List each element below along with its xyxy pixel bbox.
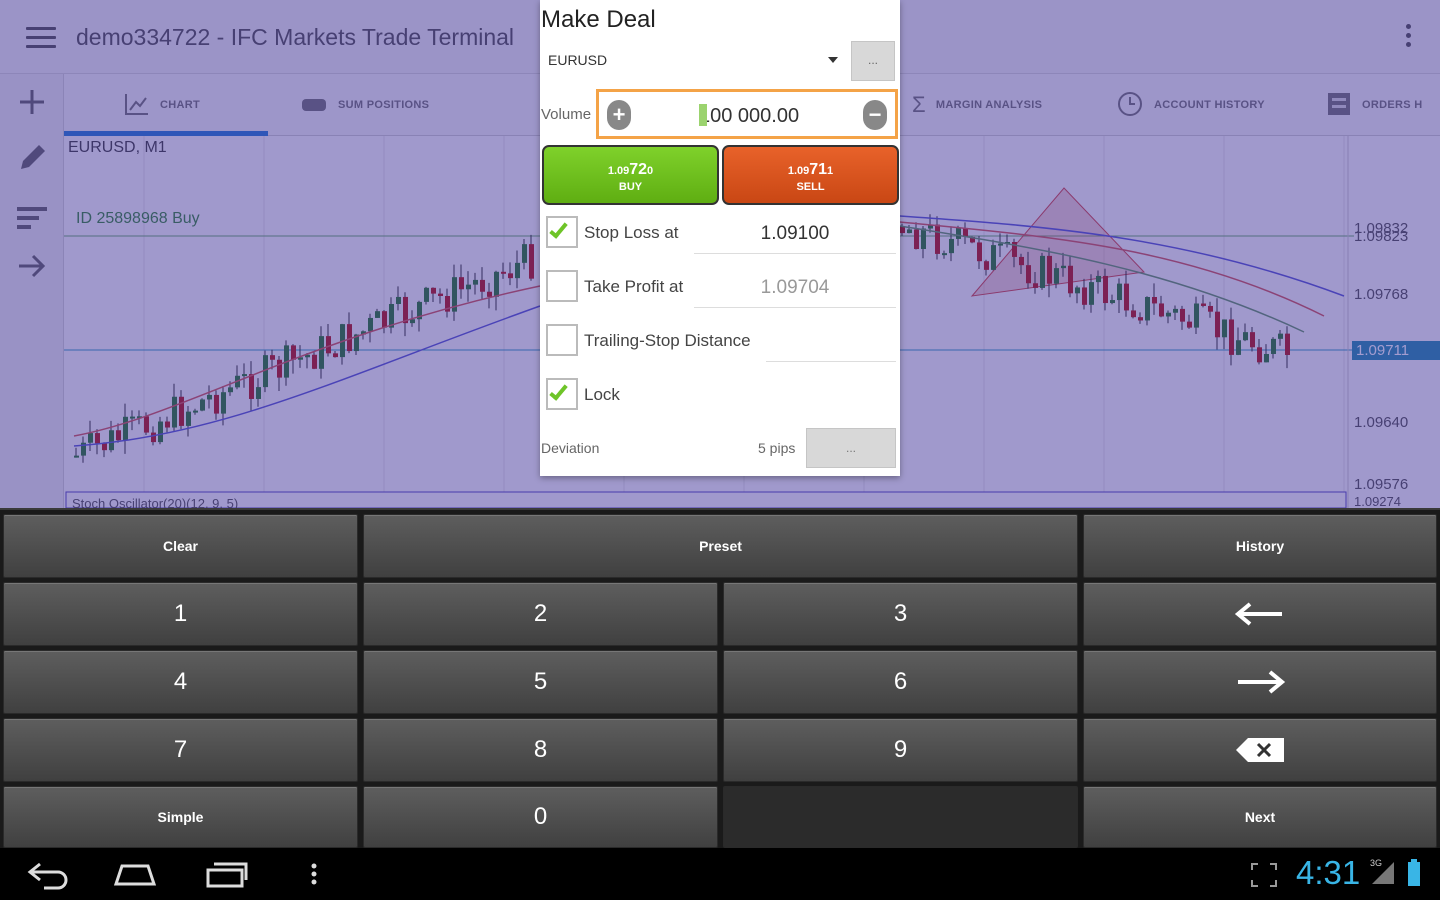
trailing-stop-label: Trailing-Stop Distance	[584, 331, 751, 350]
key-9[interactable]: 9	[723, 718, 1078, 782]
signal-icon: 3G	[1370, 858, 1400, 886]
key-next[interactable]: Next	[1083, 786, 1437, 848]
key-7[interactable]: 7	[3, 718, 358, 782]
make-deal-dialog: Make Deal EURUSD ... Volume + 100 000.00…	[540, 0, 900, 476]
key-3[interactable]: 3	[723, 582, 1078, 646]
key-cursor-left[interactable]	[1083, 582, 1437, 646]
volume-digits: 00 000.00	[710, 105, 800, 127]
take-profit-row: Take Profit at 1.09704	[546, 268, 896, 308]
buy-price: 1.09720	[607, 161, 654, 178]
right-arrow-icon	[1238, 670, 1286, 694]
sell-button[interactable]: 1.09711 SELL	[722, 145, 899, 205]
key-empty	[723, 786, 1078, 848]
symbol-browse-button[interactable]: ...	[851, 41, 895, 81]
key-2[interactable]: 2	[363, 582, 718, 646]
key-4[interactable]: 4	[3, 650, 358, 714]
key-cursor-right[interactable]	[1083, 650, 1437, 714]
increase-volume-button[interactable]: +	[607, 100, 631, 130]
dropdown-caret-icon[interactable]	[828, 57, 838, 63]
volume-value[interactable]: 100 000.00	[699, 104, 799, 128]
stop-loss-row: Stop Loss at 1.09100	[546, 214, 896, 254]
deviation-label: Deviation	[541, 440, 600, 456]
key-simple[interactable]: Simple	[3, 786, 358, 848]
fullscreen-icon[interactable]	[1250, 862, 1278, 894]
lock-checkbox[interactable]	[546, 378, 578, 410]
numeric-keyboard: Clear Preset History 1 2 3 4 5 6 7 8 9 S…	[0, 508, 1440, 848]
deviation-value: 5 pips	[758, 440, 796, 456]
take-profit-input[interactable]: 1.09704	[694, 268, 896, 308]
symbol-select[interactable]: EURUSD	[548, 52, 607, 68]
battery-icon	[1406, 858, 1422, 888]
volume-label: Volume	[541, 106, 592, 123]
sell-label: SELL	[796, 181, 825, 193]
trailing-stop-checkbox[interactable]	[546, 324, 578, 356]
system-nav-bar: 4:31 3G	[0, 848, 1440, 900]
sell-price: 1.09711	[787, 161, 834, 178]
trailing-stop-row: Trailing-Stop Distance	[546, 322, 896, 362]
stop-loss-label: Stop Loss at	[584, 223, 679, 242]
status-clock: 4:31	[1296, 854, 1361, 891]
home-icon[interactable]	[112, 858, 158, 890]
key-6[interactable]: 6	[723, 650, 1078, 714]
signal-label: 3G	[1370, 858, 1383, 868]
app-root: demo334722 - IFC Markets Trade Terminal …	[0, 0, 1440, 900]
stop-loss-checkbox[interactable]	[546, 216, 578, 248]
volume-input[interactable]: + 100 000.00 −	[596, 89, 898, 139]
menu-dots-icon[interactable]	[304, 858, 324, 890]
text-cursor	[699, 104, 707, 126]
key-preset[interactable]: Preset	[363, 514, 1078, 578]
key-5[interactable]: 5	[363, 650, 718, 714]
key-clear[interactable]: Clear	[3, 514, 358, 578]
stop-loss-input[interactable]: 1.09100	[694, 214, 896, 254]
take-profit-checkbox[interactable]	[546, 270, 578, 302]
key-history[interactable]: History	[1083, 514, 1437, 578]
backspace-icon	[1236, 738, 1284, 762]
dialog-title: Make Deal	[541, 6, 656, 33]
lock-row: Lock	[546, 376, 896, 412]
key-8[interactable]: 8	[363, 718, 718, 782]
key-backspace[interactable]	[1083, 718, 1437, 782]
checkmark-icon	[549, 381, 568, 401]
take-profit-label: Take Profit at	[584, 277, 684, 296]
lock-label: Lock	[584, 385, 620, 404]
key-1[interactable]: 1	[3, 582, 358, 646]
left-arrow-icon	[1234, 602, 1282, 626]
checkmark-icon	[549, 219, 568, 239]
buy-label: BUY	[618, 181, 643, 193]
buy-button[interactable]: 1.09720 BUY	[542, 145, 719, 205]
trailing-stop-input[interactable]	[766, 322, 896, 362]
deviation-button[interactable]: ...	[806, 428, 896, 468]
recent-apps-icon[interactable]	[204, 858, 250, 890]
key-0[interactable]: 0	[363, 786, 718, 848]
back-icon[interactable]	[24, 858, 70, 890]
decrease-volume-button[interactable]: −	[863, 100, 887, 130]
